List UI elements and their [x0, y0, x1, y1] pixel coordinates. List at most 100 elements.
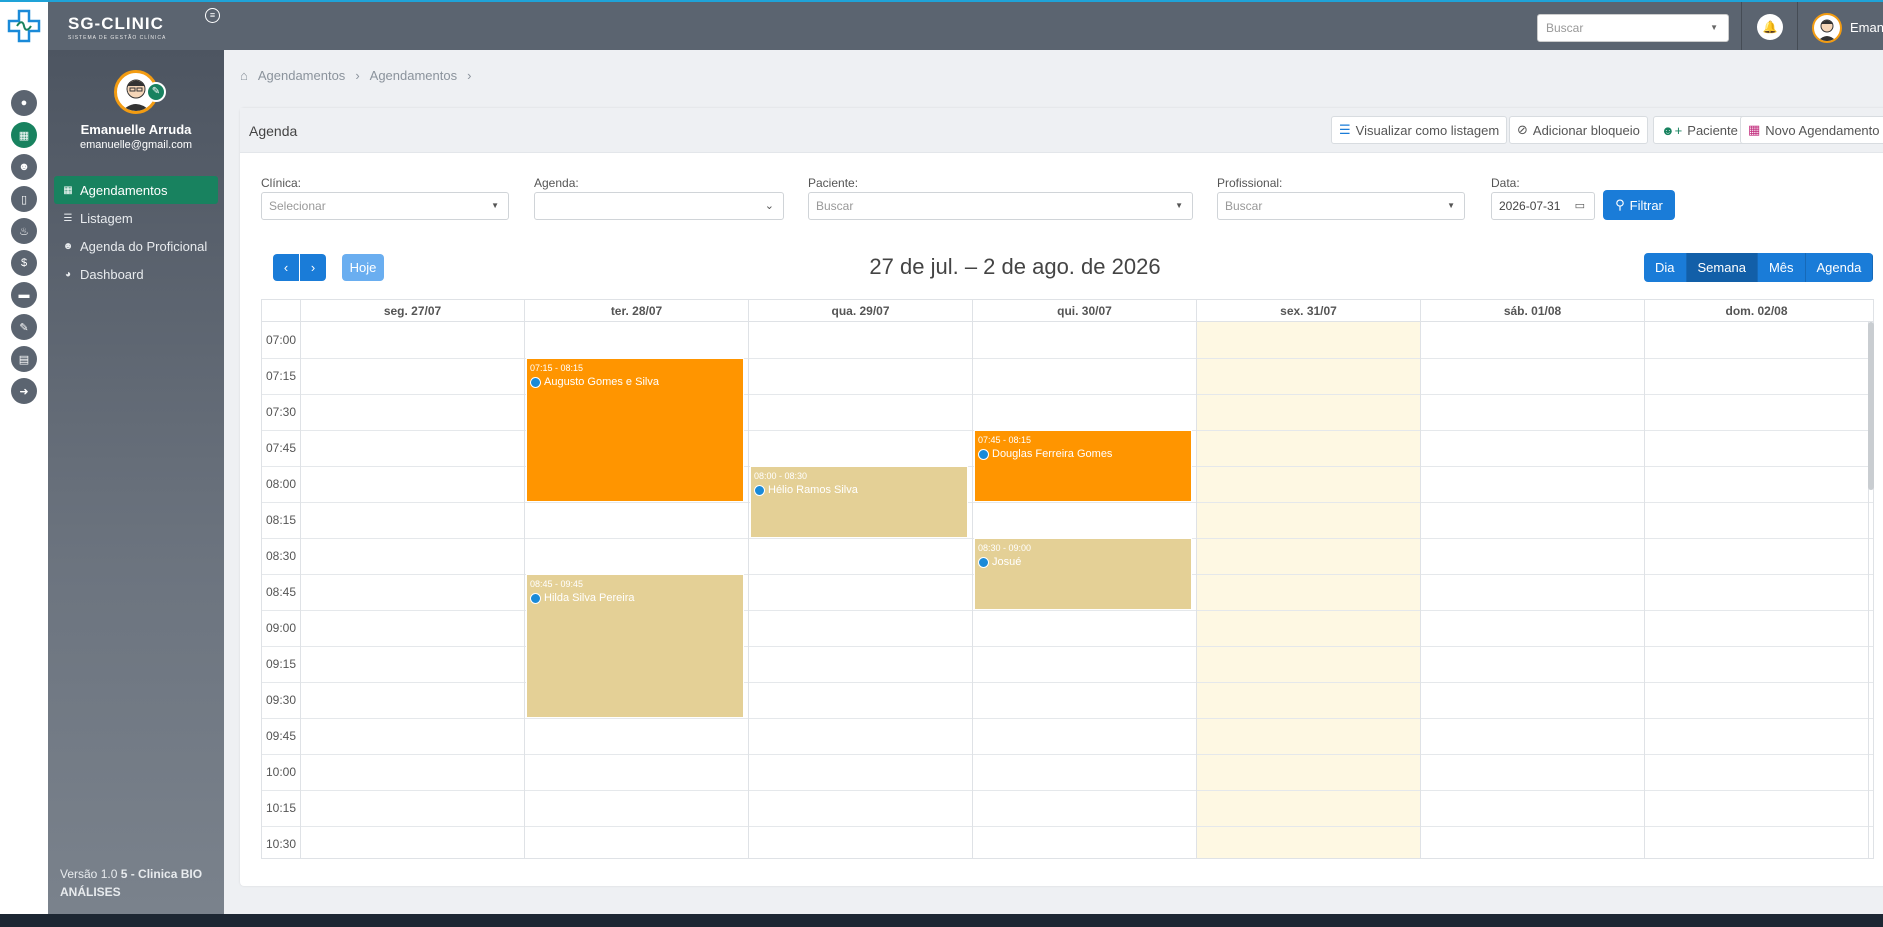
day-header[interactable]: seg. 27/07 [300, 300, 524, 322]
user-circle-icon[interactable]: ● [11, 90, 37, 116]
status-dot-icon [978, 556, 989, 568]
breadcrumb-item[interactable]: Agendamentos [370, 68, 457, 83]
day-column-line [972, 322, 973, 858]
top-user-name[interactable]: Eman [1850, 20, 1883, 35]
logo[interactable] [0, 2, 48, 50]
day-header[interactable]: dom. 02/08 [1644, 300, 1868, 322]
clinic-select[interactable]: Selecionar ▼ [261, 192, 509, 220]
day-column-line [1644, 322, 1645, 858]
agenda-select[interactable]: ⌄ [534, 192, 784, 220]
time-slot-line [262, 358, 1873, 359]
clinic-cross-icon [7, 9, 41, 43]
view-day-button[interactable]: Dia [1644, 253, 1687, 282]
icon-bar: ● ▦ ☻ ▯ ♨ $ ▬ ✎ ▤ ➜ [0, 50, 48, 914]
sidebar-user-email: emanuelle@gmail.com [79, 139, 193, 151]
add-patient-button[interactable]: ☻+ Paciente [1653, 116, 1746, 144]
calendar-plus-icon: ▦ [1748, 122, 1761, 137]
date-input[interactable]: 2026-07-31 ▭ [1491, 192, 1595, 220]
clinic-select-placeholder: Selecionar [269, 199, 326, 213]
view-agenda-button[interactable]: Agenda [1805, 253, 1874, 282]
users-icon[interactable]: ☻ [11, 154, 37, 180]
appointment-time: 08:00 - 08:30 [754, 471, 808, 481]
list-view-button[interactable]: ☰ Visualizar como listagem [1331, 116, 1508, 144]
appointment-event[interactable]: 08:00 - 08:30 Hélio Ramos Silva [750, 466, 968, 538]
new-appointment-button[interactable]: ▦ Novo Agendamento [1740, 116, 1883, 144]
professional-select-placeholder: Buscar [1225, 199, 1263, 213]
appointment-event[interactable]: 07:15 - 08:15 Augusto Gomes e Silva [526, 358, 744, 502]
patient-select[interactable]: Buscar ▼ [808, 192, 1193, 220]
day-header[interactable]: qui. 30/07 [972, 300, 1196, 322]
top-search-placeholder: Buscar [1546, 21, 1584, 35]
file-icon[interactable]: ▤ [11, 346, 37, 372]
time-label: 08:00 [265, 477, 297, 491]
sidebar-user-name: Emanuelle Arruda [80, 122, 192, 137]
calendar-icon[interactable]: ▦ [11, 122, 37, 148]
breadcrumb-item[interactable]: Agendamentos [258, 68, 345, 83]
list-view-label: Visualizar como listagem [1355, 122, 1500, 138]
avatar[interactable] [1812, 13, 1842, 43]
hand-holding-icon[interactable]: ♨ [11, 218, 37, 244]
top-search-select[interactable]: Buscar ▼ [1537, 14, 1729, 42]
professional-select[interactable]: Buscar ▼ [1217, 192, 1465, 220]
users-icon: ☻ [62, 240, 74, 252]
professional-filter-label: Profissional: [1217, 176, 1283, 190]
time-label: 09:00 [265, 621, 297, 635]
appointment-patient: Hélio Ramos Silva [754, 483, 964, 497]
time-slot-line [262, 826, 1873, 827]
view-week-button[interactable]: Semana [1686, 253, 1758, 282]
day-header[interactable]: sex. 31/07 [1196, 300, 1420, 322]
clinic-filter-label: Clínica: [261, 176, 302, 190]
agenda-filter-label: Agenda: [534, 176, 579, 190]
sidebar-item-listagem[interactable]: ☰ Listagem [54, 204, 218, 232]
clipboard-icon[interactable]: ▯ [11, 186, 37, 212]
user-plus-icon: ☻+ [1661, 122, 1683, 138]
edit-profile-icon[interactable]: ✎ [146, 82, 166, 102]
time-slot-line [262, 718, 1873, 719]
date-filter-label: Data: [1491, 176, 1520, 190]
time-label: 08:45 [265, 585, 297, 599]
sidebar: ✎ Emanuelle Arruda emanuelle@gmail.com ▦… [48, 50, 224, 914]
calendar-range-title: 27 de jul. – 2 de ago. de 2026 [869, 254, 1161, 279]
card-header: Agenda ☰ Visualizar como listagem ⊘ Adic… [240, 108, 1883, 153]
brand-name: SG-CLINIC [68, 14, 164, 33]
sidebar-item-agenda-profissional[interactable]: ☻ Agenda do Proficional [54, 232, 218, 260]
archive-icon[interactable]: ▬ [11, 282, 37, 308]
search-icon: ⚲ [1615, 197, 1625, 212]
menu-toggle-icon[interactable]: ≡ [205, 8, 220, 23]
chevron-right-icon: › [355, 68, 360, 83]
home-icon[interactable]: ⌂ [240, 68, 248, 83]
time-label: 09:15 [265, 657, 297, 671]
add-block-button[interactable]: ⊘ Adicionar bloqueio [1509, 116, 1648, 144]
filter-button-label: Filtrar [1629, 197, 1663, 213]
day-header[interactable]: qua. 29/07 [748, 300, 972, 322]
day-column-line [748, 322, 749, 858]
version-info: Versão 1.0 5 - Clinica BIO ANÁLISES [60, 865, 224, 901]
brand: SG-CLINIC SISTEMA DE GESTÃO CLÍNICA [68, 14, 166, 41]
status-dot-icon [530, 376, 541, 388]
day-header[interactable]: ter. 28/07 [524, 300, 748, 322]
sign-out-icon[interactable]: ➜ [11, 378, 37, 404]
list-icon: ☰ [1339, 122, 1351, 137]
caret-down-icon: ▼ [491, 201, 499, 210]
view-month-button[interactable]: Mês [1757, 253, 1806, 282]
status-dot-icon [978, 448, 989, 460]
appointment-event[interactable]: 07:45 - 08:15 Douglas Ferreira Gomes [974, 430, 1192, 502]
user-avatar-icon [1818, 19, 1836, 41]
calendar-scrollbar[interactable] [1868, 322, 1874, 490]
new-appointment-label: Novo Agendamento [1765, 122, 1880, 138]
bell-icon[interactable]: 🔔 [1757, 14, 1783, 40]
filter-button[interactable]: ⚲ Filtrar [1603, 190, 1675, 220]
brand-subtitle: SISTEMA DE GESTÃO CLÍNICA [68, 35, 167, 41]
sidebar-item-label: Agendamentos [80, 182, 168, 198]
os-taskbar [0, 914, 1883, 927]
appointment-event[interactable]: 08:30 - 09:00 Josué [974, 538, 1192, 610]
appointment-event[interactable]: 08:45 - 09:45 Hilda Silva Pereira [526, 574, 744, 718]
day-header[interactable]: sáb. 01/08 [1420, 300, 1644, 322]
dollar-icon[interactable]: $ [11, 250, 37, 276]
sidebar-item-agendamentos[interactable]: ▦ Agendamentos [54, 176, 218, 204]
time-label: 09:30 [265, 693, 297, 707]
edit-icon[interactable]: ✎ [11, 314, 37, 340]
add-block-label: Adicionar bloqueio [1532, 122, 1640, 138]
calendar-header: seg. 27/07 ter. 28/07 qua. 29/07 qui. 30/07… [262, 300, 1873, 322]
sidebar-item-dashboard[interactable]: ◕ Dashboard [54, 260, 218, 288]
